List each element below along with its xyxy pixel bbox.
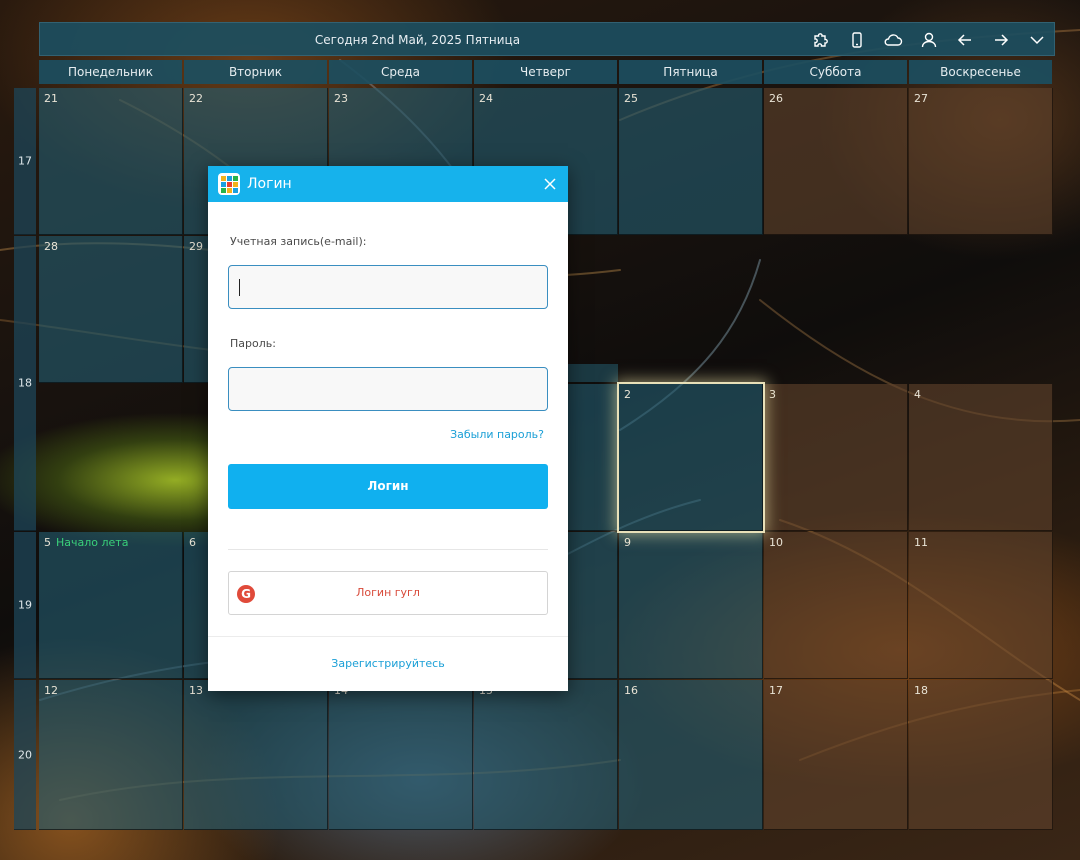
day-cell[interactable]: 18 [909,680,1053,830]
week-number: 19 [14,532,36,679]
weekday-header: Пятница [619,60,762,84]
day-cell[interactable]: 13 [184,680,328,830]
login-dialog: Логин Учетная запись(e-mail): Пароль: За… [208,166,568,691]
weekday-header: Четверг [474,60,617,84]
day-cell[interactable]: 27 [909,88,1053,235]
week-number: 20 [14,680,36,830]
forgot-password-link[interactable]: Забыли пароль? [450,428,544,441]
day-cell[interactable]: 5 Начало лета [39,532,183,679]
day-cell[interactable]: 12 [39,680,183,830]
login-dialog-header: Логин [208,166,568,202]
day-cell[interactable]: 25 [619,88,763,235]
google-login-button[interactable]: G Логин гугл [228,571,548,615]
calendar-header-bar: Сегодня 2nd Май, 2025 Пятница [39,22,1055,56]
weekday-header: Вторник [184,60,327,84]
day-cell-today[interactable]: 2 [619,384,763,531]
arrow-left-icon[interactable] [953,28,977,52]
google-login-label: Логин гугл [356,586,420,599]
weekday-header: Понедельник [39,60,182,84]
day-cell[interactable]: 16 [619,680,763,830]
login-dialog-title: Логин [247,176,292,192]
weekday-header: Среда [329,60,472,84]
week-number: 17 [14,88,36,235]
email-label: Учетная запись(e-mail): [230,235,367,248]
weekday-header: Суббота [764,60,907,84]
user-icon[interactable] [917,28,941,52]
password-field[interactable] [228,367,548,411]
day-cell[interactable]: 11 [909,532,1053,679]
today-title: Сегодня 2nd Май, 2025 Пятница [314,33,521,47]
day-cell[interactable]: 26 [764,88,908,235]
day-cell[interactable]: 28 [39,236,183,383]
arrow-right-icon[interactable] [989,28,1013,52]
day-cell[interactable]: 14 [329,680,473,830]
app-logo-icon [218,173,240,195]
day-cell[interactable]: 10 [764,532,908,679]
day-cell[interactable]: 3 [764,384,908,531]
weekday-header: Воскресенье [909,60,1052,84]
day-cell[interactable]: 21 [39,88,183,235]
week-number: 18 [14,236,36,531]
login-button[interactable]: Логин [228,464,548,509]
divider [208,636,568,637]
day-cell[interactable]: 15 [474,680,618,830]
text-cursor [239,279,240,296]
puzzle-icon[interactable] [809,28,833,52]
day-cell[interactable]: 9 [619,532,763,679]
chevron-down-icon[interactable] [1025,28,1049,52]
email-field[interactable] [228,265,548,309]
day-cell[interactable]: 17 [764,680,908,830]
phone-icon[interactable] [845,28,869,52]
password-label: Пароль: [230,337,276,350]
day-cell[interactable]: 4 [909,384,1053,531]
cloud-icon[interactable] [881,28,905,52]
close-icon[interactable] [540,174,560,194]
calendar-event[interactable]: Начало лета [56,536,128,549]
divider [228,549,548,550]
register-link[interactable]: Зарегистрируйтесь [208,657,568,670]
